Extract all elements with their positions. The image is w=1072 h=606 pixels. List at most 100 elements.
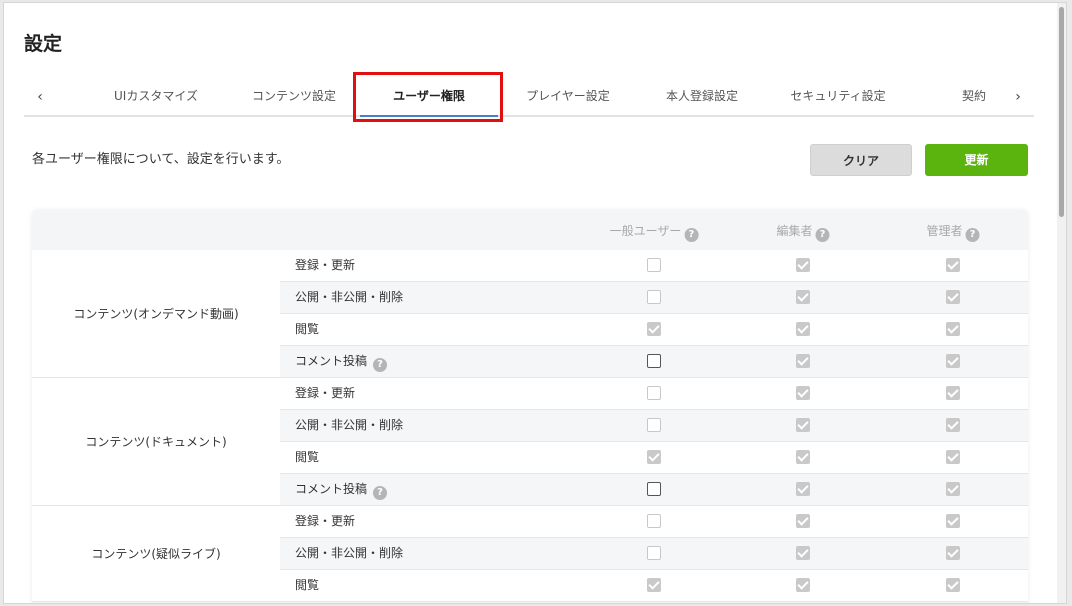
permission-label: 閲覧 xyxy=(295,570,319,601)
permission-label-text: 登録・更新 xyxy=(295,386,356,400)
checkbox-admin[interactable] xyxy=(946,482,960,496)
tab-contract[interactable]: 契約 xyxy=(944,81,1004,115)
settings-tabs: ‹ UIカスタマイズ コンテンツ設定 ユーザー権限 プレイヤー設定 本人登録設定… xyxy=(24,81,1034,117)
checkbox-editor[interactable] xyxy=(796,514,810,528)
table-row: コメント投稿? xyxy=(280,346,1028,378)
column-label: 管理者 xyxy=(926,224,963,238)
checkbox-general-user[interactable] xyxy=(647,482,661,496)
checkbox-editor[interactable] xyxy=(796,322,810,336)
tab-content-settings[interactable]: コンテンツ設定 xyxy=(234,81,354,115)
checkbox-general-user[interactable] xyxy=(647,354,661,368)
checkbox-admin[interactable] xyxy=(946,418,960,432)
tab-player-settings[interactable]: プレイヤー設定 xyxy=(508,81,628,115)
permission-label-text: 公開・非公開・削除 xyxy=(295,290,404,304)
permission-label: コメント投稿? xyxy=(295,474,388,505)
checkbox-general-user[interactable] xyxy=(647,546,661,560)
permission-group-label: コンテンツ(ドキュメント) xyxy=(32,378,280,506)
checkbox-editor[interactable] xyxy=(796,354,810,368)
checkbox-admin[interactable] xyxy=(946,354,960,368)
permission-label: 登録・更新 xyxy=(295,250,355,281)
column-header-admin: 管理者? xyxy=(926,222,980,242)
table-header: 一般ユーザー? 編集者? 管理者? xyxy=(32,210,1028,250)
checkbox-editor[interactable] xyxy=(796,418,810,432)
column-header-editor: 編集者? xyxy=(776,222,830,242)
help-icon[interactable]: ? xyxy=(965,228,980,242)
checkbox-admin[interactable] xyxy=(946,322,960,336)
permissions-table: 一般ユーザー? 編集者? 管理者? コンテンツ(オンデマンド動画) 登録・更新 公開… xyxy=(32,210,1028,603)
checkbox-editor[interactable] xyxy=(796,578,810,592)
checkbox-editor[interactable] xyxy=(796,482,810,496)
column-label: 編集者 xyxy=(776,224,813,238)
permission-label-text: コメント投稿 xyxy=(295,354,368,368)
permission-label-text: 閲覧 xyxy=(295,322,320,336)
permission-label-text: 公開・非公開・削除 xyxy=(295,546,404,560)
scrollbar-thumb[interactable] xyxy=(1059,7,1064,217)
chevron-right-icon[interactable]: › xyxy=(1006,85,1030,109)
checkbox-admin[interactable] xyxy=(946,578,960,592)
checkbox-general-user[interactable] xyxy=(647,450,661,464)
vertical-scrollbar[interactable] xyxy=(1057,3,1066,603)
checkbox-editor[interactable] xyxy=(796,450,810,464)
column-label: 一般ユーザー xyxy=(609,224,682,238)
permission-label: 公開・非公開・削除 xyxy=(295,410,403,441)
checkbox-general-user[interactable] xyxy=(647,578,661,592)
checkbox-general-user[interactable] xyxy=(647,386,661,400)
permission-label-text: 登録・更新 xyxy=(295,258,356,272)
checkbox-general-user[interactable] xyxy=(647,290,661,304)
page-description: 各ユーザー権限について、設定を行います。 xyxy=(32,152,290,167)
permission-group-label: コンテンツ(疑似ライブ) xyxy=(32,506,280,602)
checkbox-general-user[interactable] xyxy=(647,514,661,528)
table-row: 公開・非公開・削除 xyxy=(280,282,1028,314)
clear-button[interactable]: クリア xyxy=(810,144,912,176)
table-row: 閲覧 xyxy=(280,442,1028,474)
permission-label: 閲覧 xyxy=(295,442,319,473)
table-row: 公開・非公開・削除 xyxy=(280,410,1028,442)
permission-label: 登録・更新 xyxy=(295,506,355,537)
permission-label-text: 公開・非公開・削除 xyxy=(295,418,404,432)
checkbox-admin[interactable] xyxy=(946,290,960,304)
checkbox-admin[interactable] xyxy=(946,258,960,272)
table-row: 登録・更新 xyxy=(280,250,1028,282)
permission-label: 閲覧 xyxy=(295,314,319,345)
checkbox-admin[interactable] xyxy=(946,386,960,400)
checkbox-editor[interactable] xyxy=(796,258,810,272)
checkbox-editor[interactable] xyxy=(796,290,810,304)
checkbox-admin[interactable] xyxy=(946,514,960,528)
permission-group: コンテンツ(オンデマンド動画) 登録・更新公開・非公開・削除 閲覧コメント投稿? xyxy=(32,250,1028,378)
permission-group: コンテンツ(ドキュメント) 登録・更新公開・非公開・削除 閲覧コメント投稿? xyxy=(32,378,1028,506)
table-row: 閲覧 xyxy=(280,570,1028,602)
permission-label-text: 閲覧 xyxy=(295,450,320,464)
table-row: 登録・更新 xyxy=(280,378,1028,410)
permission-group-label: コンテンツ(オンデマンド動画) xyxy=(32,250,280,378)
checkbox-general-user[interactable] xyxy=(647,322,661,336)
tab-security-settings[interactable]: セキュリティ設定 xyxy=(778,81,898,115)
permission-label-text: 登録・更新 xyxy=(295,514,356,528)
permission-label: 登録・更新 xyxy=(295,378,355,409)
update-button[interactable]: 更新 xyxy=(925,144,1028,176)
help-icon[interactable]: ? xyxy=(815,228,830,242)
help-icon[interactable]: ? xyxy=(373,358,388,372)
permission-label-text: 閲覧 xyxy=(295,578,320,592)
checkbox-general-user[interactable] xyxy=(647,258,661,272)
checkbox-general-user[interactable] xyxy=(647,418,661,432)
permission-label-text: コメント投稿 xyxy=(295,482,368,496)
column-header-general-user: 一般ユーザー? xyxy=(610,222,699,242)
permission-group: コンテンツ(疑似ライブ) 登録・更新公開・非公開・削除 閲覧 xyxy=(32,506,1028,602)
table-row: 閲覧 xyxy=(280,314,1028,346)
help-icon[interactable]: ? xyxy=(373,486,388,500)
tab-identity-registration[interactable]: 本人登録設定 xyxy=(642,81,762,115)
checkbox-admin[interactable] xyxy=(946,546,960,560)
settings-window: 設定 ‹ UIカスタマイズ コンテンツ設定 ユーザー権限 プレイヤー設定 本人登… xyxy=(3,2,1067,604)
checkbox-editor[interactable] xyxy=(796,546,810,560)
checkbox-admin[interactable] xyxy=(946,450,960,464)
chevron-left-icon[interactable]: ‹ xyxy=(28,85,52,109)
help-icon[interactable]: ? xyxy=(684,228,699,242)
tab-user-permissions[interactable]: ユーザー権限 xyxy=(360,81,498,117)
table-row: コメント投稿? xyxy=(280,474,1028,506)
tab-ui-customize[interactable]: UIカスタマイズ xyxy=(96,81,216,115)
checkbox-editor[interactable] xyxy=(796,386,810,400)
permission-label: 公開・非公開・削除 xyxy=(295,538,403,569)
page-title: 設定 xyxy=(24,33,63,55)
permission-label: 公開・非公開・削除 xyxy=(295,282,403,313)
table-row: 公開・非公開・削除 xyxy=(280,538,1028,570)
